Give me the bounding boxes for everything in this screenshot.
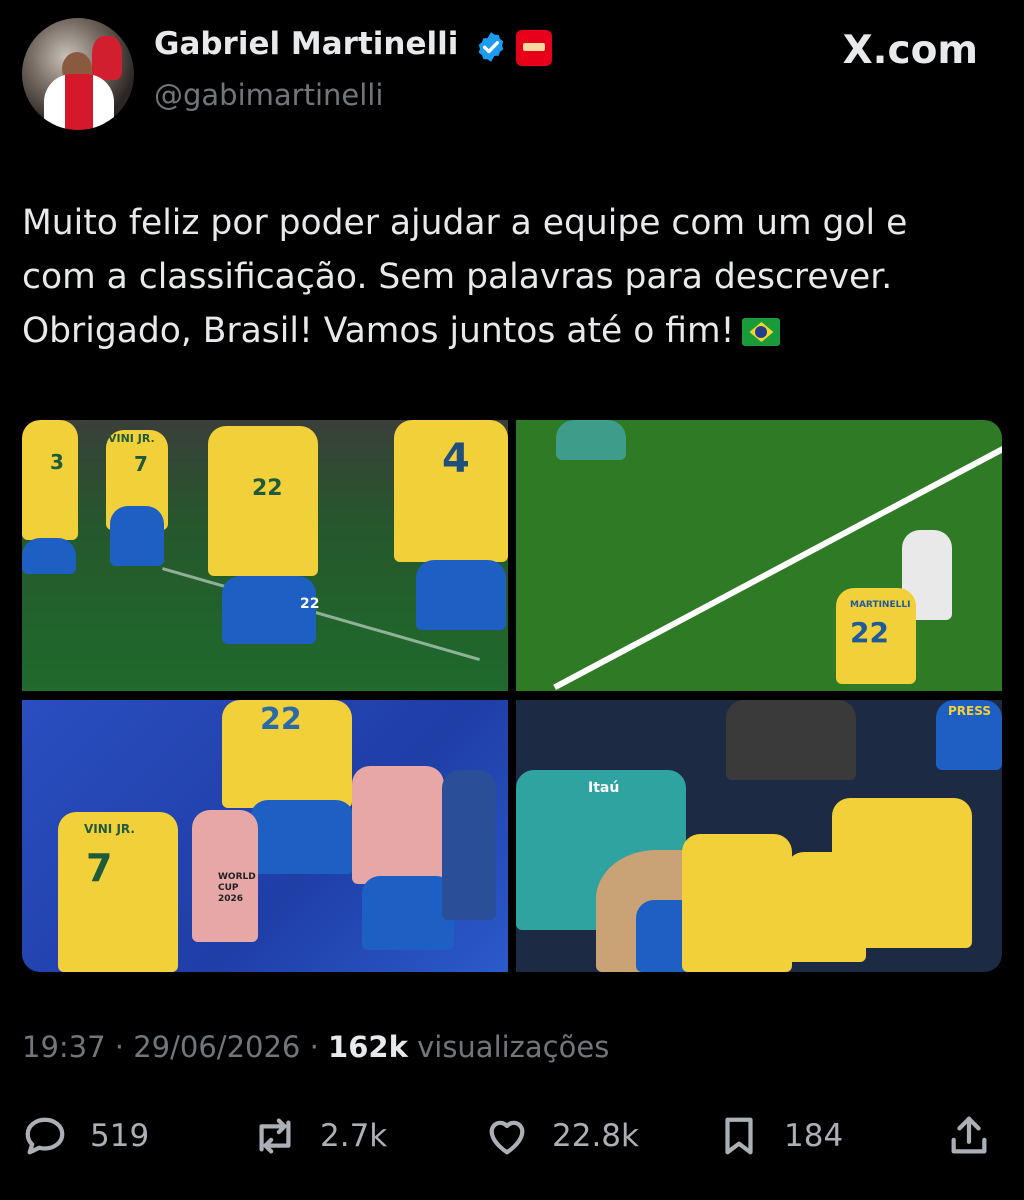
player-shorts bbox=[250, 800, 354, 874]
photographer-figure bbox=[442, 770, 496, 920]
player-figure bbox=[208, 426, 318, 576]
bookmark-count: 184 bbox=[784, 1118, 844, 1154]
brazil-flag-icon bbox=[742, 318, 781, 346]
fan-figure bbox=[682, 834, 792, 972]
bib-figure bbox=[352, 766, 444, 884]
shorts-number: 22 bbox=[300, 596, 320, 612]
media-grid[interactable]: 3 7 VINI JR. 22 4 22 22 MARTINELLI VINI … bbox=[22, 420, 1002, 972]
tweet-line-1: Muito feliz por poder ajudar a equipe co… bbox=[22, 203, 908, 243]
views-label: visualizações bbox=[417, 1030, 610, 1064]
meta-separator: · bbox=[114, 1030, 125, 1064]
player-shorts bbox=[22, 538, 76, 574]
trophy-shape bbox=[92, 36, 122, 80]
share-button[interactable] bbox=[946, 1108, 992, 1164]
bookmark-icon bbox=[725, 1117, 753, 1155]
repost-count: 2.7k bbox=[320, 1118, 388, 1154]
player-figure bbox=[58, 812, 178, 972]
shirt-sponsor: Itaú bbox=[588, 780, 620, 796]
tweet-text: Muito feliz por poder ajudar a equipe co… bbox=[22, 196, 1002, 358]
tweet-line-2: com a classificação. Sem palavras para d… bbox=[22, 257, 893, 297]
jersey-name: MARTINELLI bbox=[850, 600, 911, 610]
author-handle[interactable]: @gabimartinelli bbox=[154, 78, 383, 112]
tweet-time[interactable]: 19:37 bbox=[22, 1030, 106, 1064]
jersey-number: 22 bbox=[252, 476, 283, 501]
like-button[interactable]: 22.8k bbox=[484, 1108, 639, 1164]
player-leg bbox=[556, 420, 626, 460]
jersey-name: VINI JR. bbox=[84, 822, 135, 836]
tweet-meta: 19:37 · 29/06/2026 · 162k visualizações bbox=[22, 1030, 609, 1064]
jersey-number: 4 bbox=[442, 436, 470, 482]
bib-text: WORLD CUP 2026 bbox=[218, 872, 256, 904]
player-shorts bbox=[416, 560, 506, 630]
jersey-name: VINI JR. bbox=[108, 432, 155, 445]
share-icon bbox=[951, 1116, 987, 1154]
views-count: 162k bbox=[328, 1030, 408, 1064]
tweet-line-3-text: Obrigado, Brasil! Vamos juntos até o fim… bbox=[22, 311, 735, 351]
fan-figure bbox=[726, 700, 856, 780]
like-count: 22.8k bbox=[552, 1118, 639, 1154]
player-shorts bbox=[110, 506, 164, 566]
tweet-header: Gabriel Martinelli @gabimartinelli X.com bbox=[0, 0, 1024, 150]
reply-icon bbox=[25, 1117, 65, 1155]
player-figure bbox=[22, 420, 78, 540]
photo-3[interactable]: VINI JR. 7 22 WORLD CUP 2026 bbox=[22, 700, 508, 972]
action-bar: 519 2.7k 22.8k 184 bbox=[0, 1108, 1024, 1164]
jersey-number: 22 bbox=[850, 616, 889, 649]
author-name[interactable]: Gabriel Martinelli bbox=[154, 26, 458, 62]
tweet-date[interactable]: 29/06/2026 bbox=[133, 1030, 300, 1064]
jersey-number: 7 bbox=[134, 452, 148, 476]
reply-count: 519 bbox=[90, 1118, 150, 1154]
club-badge-icon bbox=[516, 30, 552, 66]
photo-1[interactable]: 3 7 VINI JR. 22 4 22 bbox=[22, 420, 508, 691]
fan-figure bbox=[832, 798, 972, 948]
heart-icon bbox=[489, 1120, 525, 1155]
verified-badge-icon bbox=[478, 32, 504, 62]
repost-icon bbox=[259, 1118, 291, 1154]
site-watermark: X.com bbox=[842, 28, 978, 73]
jersey-shape bbox=[44, 74, 114, 130]
reply-button[interactable]: 519 bbox=[22, 1108, 149, 1164]
photo-4[interactable]: Itaú PRESS bbox=[516, 700, 1002, 972]
tweet-line-3: Obrigado, Brasil! Vamos juntos até o fim… bbox=[22, 304, 1002, 358]
jersey-number: 7 bbox=[86, 846, 113, 890]
jersey-number: 22 bbox=[260, 702, 302, 737]
avatar[interactable] bbox=[22, 18, 134, 130]
press-text: PRESS bbox=[948, 704, 991, 718]
jersey-number: 3 bbox=[50, 450, 64, 474]
photo-2[interactable]: 22 MARTINELLI bbox=[516, 420, 1002, 691]
player-shorts bbox=[362, 876, 454, 950]
meta-separator: · bbox=[309, 1030, 319, 1064]
bookmark-button[interactable]: 184 bbox=[716, 1108, 843, 1164]
repost-button[interactable]: 2.7k bbox=[252, 1108, 387, 1164]
